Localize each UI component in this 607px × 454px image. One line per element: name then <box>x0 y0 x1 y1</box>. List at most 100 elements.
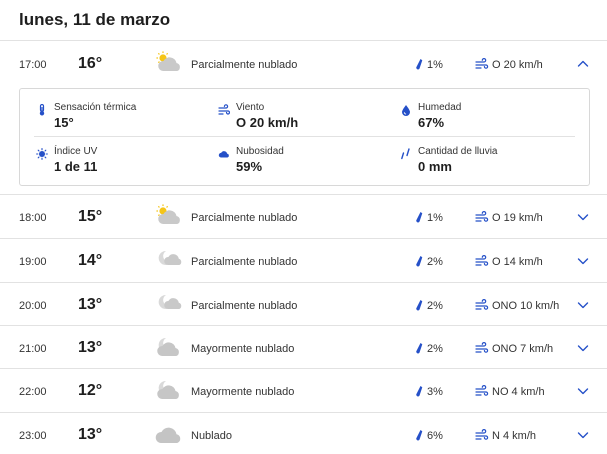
chevron-down-icon[interactable] <box>576 298 590 312</box>
hour-temperature: 14° <box>78 252 103 269</box>
hour-row[interactable]: 19:00 14° Parcialmente nublado 2% O 14 k… <box>0 239 607 283</box>
detail-value: 59% <box>236 159 263 174</box>
wind-icon <box>218 104 230 115</box>
hour-time: 18:00 <box>19 212 47 224</box>
detail-cloud-cover: Nubosidad 59% <box>218 145 388 181</box>
detail-wind: Viento O 20 km/h <box>218 101 388 137</box>
hour-wind: O 14 km/h <box>492 256 543 268</box>
wind-icon <box>475 299 489 310</box>
hour-precipitation: 2% <box>427 300 443 312</box>
precipitation-drop-icon <box>416 59 423 70</box>
cloudy-icon <box>155 427 181 443</box>
hour-time: 23:00 <box>19 430 47 442</box>
hour-row[interactable]: 18:00 15° Parcialmente nublado 1% O 19 k… <box>0 195 607 239</box>
hour-temperature: 12° <box>78 382 103 399</box>
chevron-down-icon[interactable] <box>576 210 590 224</box>
hour-wind: N 4 km/h <box>492 430 537 442</box>
hour-wind: O 19 km/h <box>492 212 543 224</box>
hour-precipitation: 1% <box>427 212 443 224</box>
hour-row[interactable]: 23:00 13° Nublado 6% N 4 km/h <box>0 413 607 454</box>
hour-wind: ONO 10 km/h <box>492 300 560 312</box>
detail-feels-like: Sensación térmica 15° <box>36 101 206 137</box>
hour-time: 19:00 <box>19 256 47 268</box>
chevron-down-icon[interactable] <box>576 384 590 398</box>
mostly-cloudy-night-icon <box>157 380 179 399</box>
humidity-drop-icon <box>402 105 410 116</box>
detail-value: 67% <box>418 115 445 130</box>
hour-condition: Parcialmente nublado <box>191 256 298 268</box>
uv-sun-icon <box>36 148 48 160</box>
detail-label: Viento <box>236 102 265 113</box>
hour-temperature: 13° <box>78 339 103 356</box>
hour-time: 22:00 <box>19 386 47 398</box>
hour-condition: Parcialmente nublado <box>191 300 298 312</box>
precipitation-drop-icon <box>416 386 423 397</box>
rain-drops-icon <box>401 148 410 160</box>
chevron-down-icon[interactable] <box>576 341 590 355</box>
hour-row[interactable]: 22:00 12° Mayormente nublado 3% NO 4 km/… <box>0 369 607 413</box>
hour-time: 20:00 <box>19 300 47 312</box>
precipitation-drop-icon <box>416 343 423 354</box>
precipitation-drop-icon <box>416 430 423 441</box>
detail-humidity: Humedad 67% <box>400 101 570 137</box>
divider <box>0 194 607 195</box>
hour-time: 21:00 <box>19 343 47 355</box>
precipitation-drop-icon <box>416 212 423 223</box>
partly-cloudy-day-icon <box>156 51 180 71</box>
partly-cloudy-night-icon <box>158 250 182 265</box>
precipitation-drop-icon <box>416 300 423 311</box>
hour-time: 17:00 <box>19 59 47 71</box>
hour-temperature: 13° <box>78 426 103 443</box>
hour-row[interactable]: 21:00 13° Mayormente nublado 2% ONO 7 km… <box>0 326 607 370</box>
detail-value: 0 mm <box>418 159 452 174</box>
hour-wind: NO 4 km/h <box>492 386 545 398</box>
hour-wind: O 20 km/h <box>492 59 543 71</box>
hourly-forecast-page: lunes, 11 de marzo 17:00 16° Parcialment… <box>0 0 607 454</box>
hour-condition: Parcialmente nublado <box>191 59 298 71</box>
hour-row[interactable]: 17:00 16° Parcialmente nublado 1% O 20 k… <box>0 42 607 86</box>
detail-label: Nubosidad <box>236 146 284 157</box>
partly-cloudy-day-icon <box>156 204 180 224</box>
wind-icon <box>475 255 489 266</box>
hour-temperature: 13° <box>78 296 103 313</box>
hour-row[interactable]: 20:00 13° Parcialmente nublado 2% ONO 10… <box>0 283 607 327</box>
wind-icon <box>475 58 489 69</box>
hour-wind: ONO 7 km/h <box>492 343 554 355</box>
detail-value: 15° <box>54 115 74 130</box>
detail-value: 1 de 11 <box>54 159 98 174</box>
detail-value: O 20 km/h <box>236 115 299 130</box>
wind-icon <box>475 429 489 440</box>
hour-condition: Mayormente nublado <box>191 386 295 398</box>
hour-details-card: Sensación térmica 15° Viento O 20 km/h H… <box>19 88 590 186</box>
hour-temperature: 15° <box>78 208 103 225</box>
precipitation-drop-icon <box>416 256 423 267</box>
hour-condition: Nublado <box>191 430 232 442</box>
cloud-icon <box>218 151 229 158</box>
hour-precipitation: 2% <box>427 256 443 268</box>
detail-rain-amount: Cantidad de lluvia 0 mm <box>400 145 570 181</box>
day-title: lunes, 11 de marzo <box>19 10 171 29</box>
partly-cloudy-night-icon <box>158 294 182 309</box>
chevron-down-icon[interactable] <box>576 254 590 268</box>
mostly-cloudy-night-icon <box>157 337 179 356</box>
detail-label: Sensación térmica <box>54 102 137 113</box>
chevron-down-icon[interactable] <box>576 428 590 442</box>
thermometer-icon <box>39 104 45 116</box>
detail-label: Cantidad de lluvia <box>418 146 498 157</box>
hour-precipitation: 2% <box>427 343 443 355</box>
hour-precipitation: 6% <box>427 430 443 442</box>
detail-label: Humedad <box>418 102 462 113</box>
wind-icon <box>475 342 489 353</box>
wind-icon <box>475 211 489 222</box>
hour-precipitation: 3% <box>427 386 443 398</box>
chevron-up-icon[interactable] <box>576 57 590 71</box>
hour-temperature: 16° <box>78 55 103 72</box>
wind-icon <box>475 385 489 396</box>
detail-uv-index: Índice UV 1 de 11 <box>36 145 206 181</box>
hour-precipitation: 1% <box>427 59 443 71</box>
divider <box>34 136 575 137</box>
detail-label: Índice UV <box>54 146 98 157</box>
hour-condition: Mayormente nublado <box>191 343 295 355</box>
hour-condition: Parcialmente nublado <box>191 212 298 224</box>
divider <box>0 40 607 41</box>
